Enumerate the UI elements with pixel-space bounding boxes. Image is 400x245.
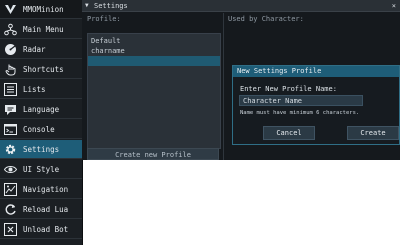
speech-icon xyxy=(3,102,17,116)
menu-item-label: Main Menu xyxy=(23,24,64,34)
menu-item-label: Shortcuts xyxy=(23,64,64,74)
create-new-profile-button[interactable]: Create new Profile xyxy=(87,148,219,160)
profile-item-default[interactable]: Default xyxy=(88,36,220,46)
menu-item-label: UI Style xyxy=(23,164,60,174)
menu-item-radar[interactable]: Radar xyxy=(0,40,82,59)
menu-item-label: Radar xyxy=(23,44,46,54)
menu-item-reload-lua[interactable]: Reload Lua xyxy=(0,200,82,219)
close-icon[interactable]: × xyxy=(392,0,396,12)
menu-item-mmominion[interactable]: MMOMinion xyxy=(0,0,82,19)
network-icon xyxy=(3,22,17,36)
menu-item-label: Lists xyxy=(23,84,46,94)
cancel-button[interactable]: Cancel xyxy=(263,126,315,140)
new-profile-dialog: New Settings Profile Enter New Profile N… xyxy=(232,65,400,145)
console-icon xyxy=(3,122,17,136)
collapse-arrow-icon[interactable]: ▼ xyxy=(85,0,89,12)
menu-item-label: Language xyxy=(23,104,60,114)
menu-item-label: Reload Lua xyxy=(23,204,69,214)
menu-item-label: Navigation xyxy=(23,184,69,194)
settings-titlebar[interactable]: ▼ Settings × xyxy=(82,0,400,12)
radar-icon xyxy=(3,42,17,56)
menu-item-label: Console xyxy=(23,124,55,134)
menu-item-label: Settings xyxy=(23,144,60,154)
profile-item-selected[interactable] xyxy=(88,56,220,66)
gear-icon xyxy=(3,142,17,156)
menu-item-lists[interactable]: Lists xyxy=(0,80,82,99)
menu-item-language[interactable]: Language xyxy=(0,100,82,119)
navigation-icon xyxy=(3,182,17,196)
menu-item-main-menu[interactable]: Main Menu xyxy=(0,20,82,39)
menu-item-navigation[interactable]: Navigation xyxy=(0,180,82,199)
profile-column-header: Profile: xyxy=(87,15,121,23)
menu-item-label: MMOMinion xyxy=(23,4,64,14)
profile-item-charname[interactable]: charname xyxy=(88,46,220,56)
eye-icon xyxy=(3,162,17,176)
menu-item-label: Unload Bot xyxy=(23,224,69,234)
minion-logo-icon xyxy=(3,2,17,16)
profile-name-label: Enter New Profile Name: xyxy=(240,85,337,93)
used-by-column-header: Used by Character: xyxy=(228,15,304,23)
menu-item-console[interactable]: Console xyxy=(0,120,82,139)
close-box-icon xyxy=(3,222,17,236)
profile-name-input[interactable]: Character Name xyxy=(239,95,363,106)
menu-item-ui-style[interactable]: UI Style xyxy=(0,160,82,179)
list-icon xyxy=(3,82,17,96)
hand-pointer-icon xyxy=(3,62,17,76)
dialog-title: New Settings Profile xyxy=(233,66,399,77)
window-title: Settings xyxy=(94,2,128,10)
menu-item-unload-bot[interactable]: Unload Bot xyxy=(0,220,82,239)
profile-list[interactable]: Default charname xyxy=(87,33,221,149)
column-divider xyxy=(223,13,224,160)
menu-item-shortcuts[interactable]: Shortcuts xyxy=(0,60,82,79)
main-menu: MMOMinion Main Menu Radar Shortcuts List… xyxy=(0,0,83,245)
profile-name-hint: Name must have minimum 6 characters. xyxy=(240,110,360,116)
menu-item-settings[interactable]: Settings xyxy=(0,140,82,159)
reload-icon xyxy=(3,202,17,216)
create-button[interactable]: Create xyxy=(347,126,399,140)
